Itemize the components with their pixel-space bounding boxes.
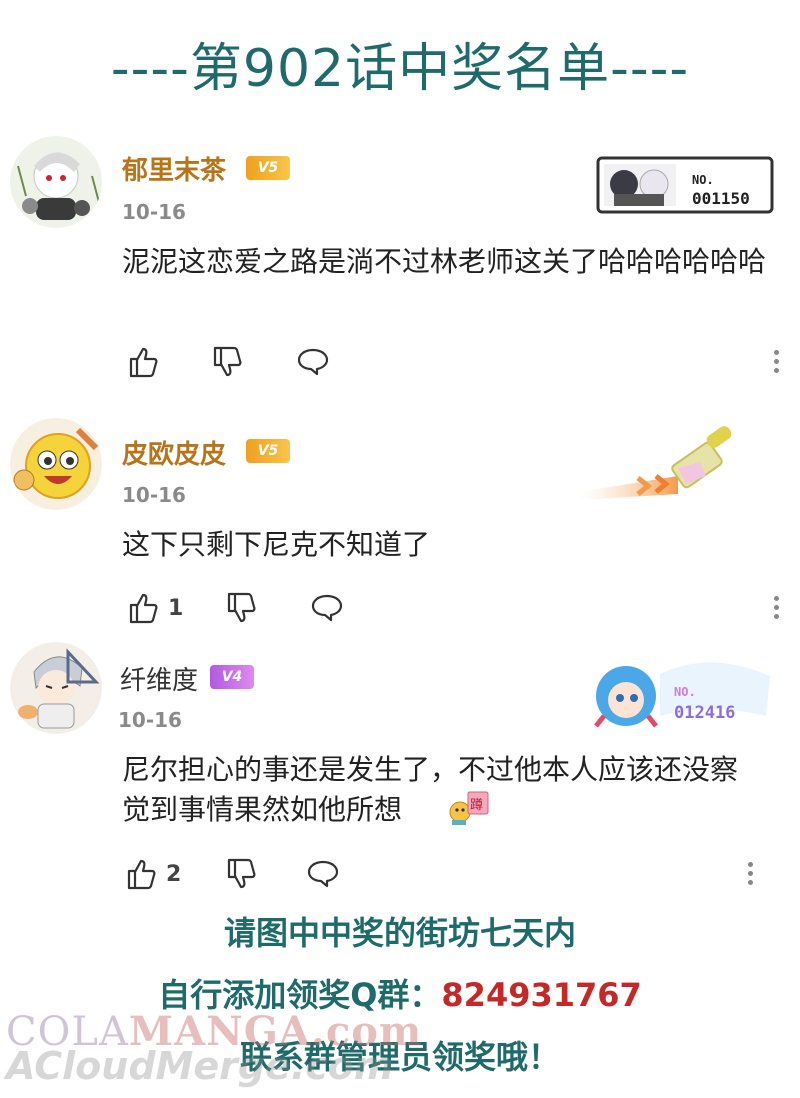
watermark-acloudmerge: ACloudMerge.com [6, 1044, 394, 1088]
comment-date: 10-16 [122, 200, 186, 224]
thumbs-down-icon [213, 346, 242, 377]
avatar[interactable] [10, 136, 102, 228]
reply-button[interactable] [310, 588, 344, 628]
like-button[interactable] [128, 342, 160, 382]
reply-button[interactable] [306, 854, 340, 894]
more-options-icon[interactable] [774, 346, 782, 377]
emoji-sticker-icon: 蹲 [448, 790, 490, 830]
thumbs-down-icon [227, 858, 256, 889]
comment-text: 尼尔担心的事还是发生了，不过他本人应该还没察觉到事情果然如他所想 [122, 753, 739, 826]
comment-username[interactable]: 郁里末茶 [122, 150, 226, 187]
paintbrush-decoration-icon [578, 424, 748, 508]
comment-username[interactable]: 皮欧皮皮 [122, 434, 226, 471]
thumbs-up-icon [129, 347, 158, 378]
level-badge: V5 [246, 439, 290, 463]
fan-badge-card: NO. 012416 [590, 654, 780, 736]
more-options-icon[interactable] [774, 592, 782, 623]
like-count: 2 [166, 861, 182, 887]
dislike-button[interactable] [226, 854, 258, 894]
svg-text:NO.: NO. [674, 685, 696, 699]
comment-bubble-icon [311, 594, 343, 622]
like-button[interactable]: 1 [128, 588, 183, 628]
like-count: 1 [168, 595, 184, 621]
svg-text:蹲: 蹲 [470, 798, 483, 813]
thumbs-up-icon [129, 593, 158, 624]
comment-text: 泥泥这恋爱之路是淌不过林老师这关了哈哈哈哈哈哈 [122, 245, 767, 278]
page-title: ----第902话中奖名单---- [110, 39, 690, 99]
reply-button[interactable] [296, 342, 330, 382]
svg-text:001150: 001150 [692, 189, 750, 208]
avatar[interactable] [10, 642, 102, 734]
like-button[interactable]: 2 [126, 854, 181, 894]
qq-group-number: 824931767 [441, 976, 642, 1014]
more-options-icon[interactable] [748, 858, 756, 889]
comment-date: 10-16 [118, 708, 182, 732]
comment-date: 10-16 [122, 483, 186, 507]
comment-username[interactable]: 纤维度 [120, 660, 198, 697]
level-badge: V5 [246, 156, 290, 180]
comment-bubble-icon [297, 348, 329, 376]
fan-badge-card: NO. 001150 [596, 154, 776, 220]
thumbs-down-icon [227, 592, 256, 623]
comment-bubble-icon [307, 860, 339, 888]
comment-text: 这下只剩下尼克不知道了 [122, 528, 431, 561]
dislike-button[interactable] [212, 342, 244, 382]
dislike-button[interactable] [226, 588, 258, 628]
svg-text:012416: 012416 [674, 703, 735, 723]
svg-text:NO.: NO. [692, 173, 714, 187]
level-badge: V4 [210, 665, 254, 689]
thumbs-up-icon [127, 859, 156, 890]
prize-notice-line-1: 请图中中奖的街坊七天内 [223, 914, 576, 952]
avatar[interactable] [10, 418, 102, 510]
